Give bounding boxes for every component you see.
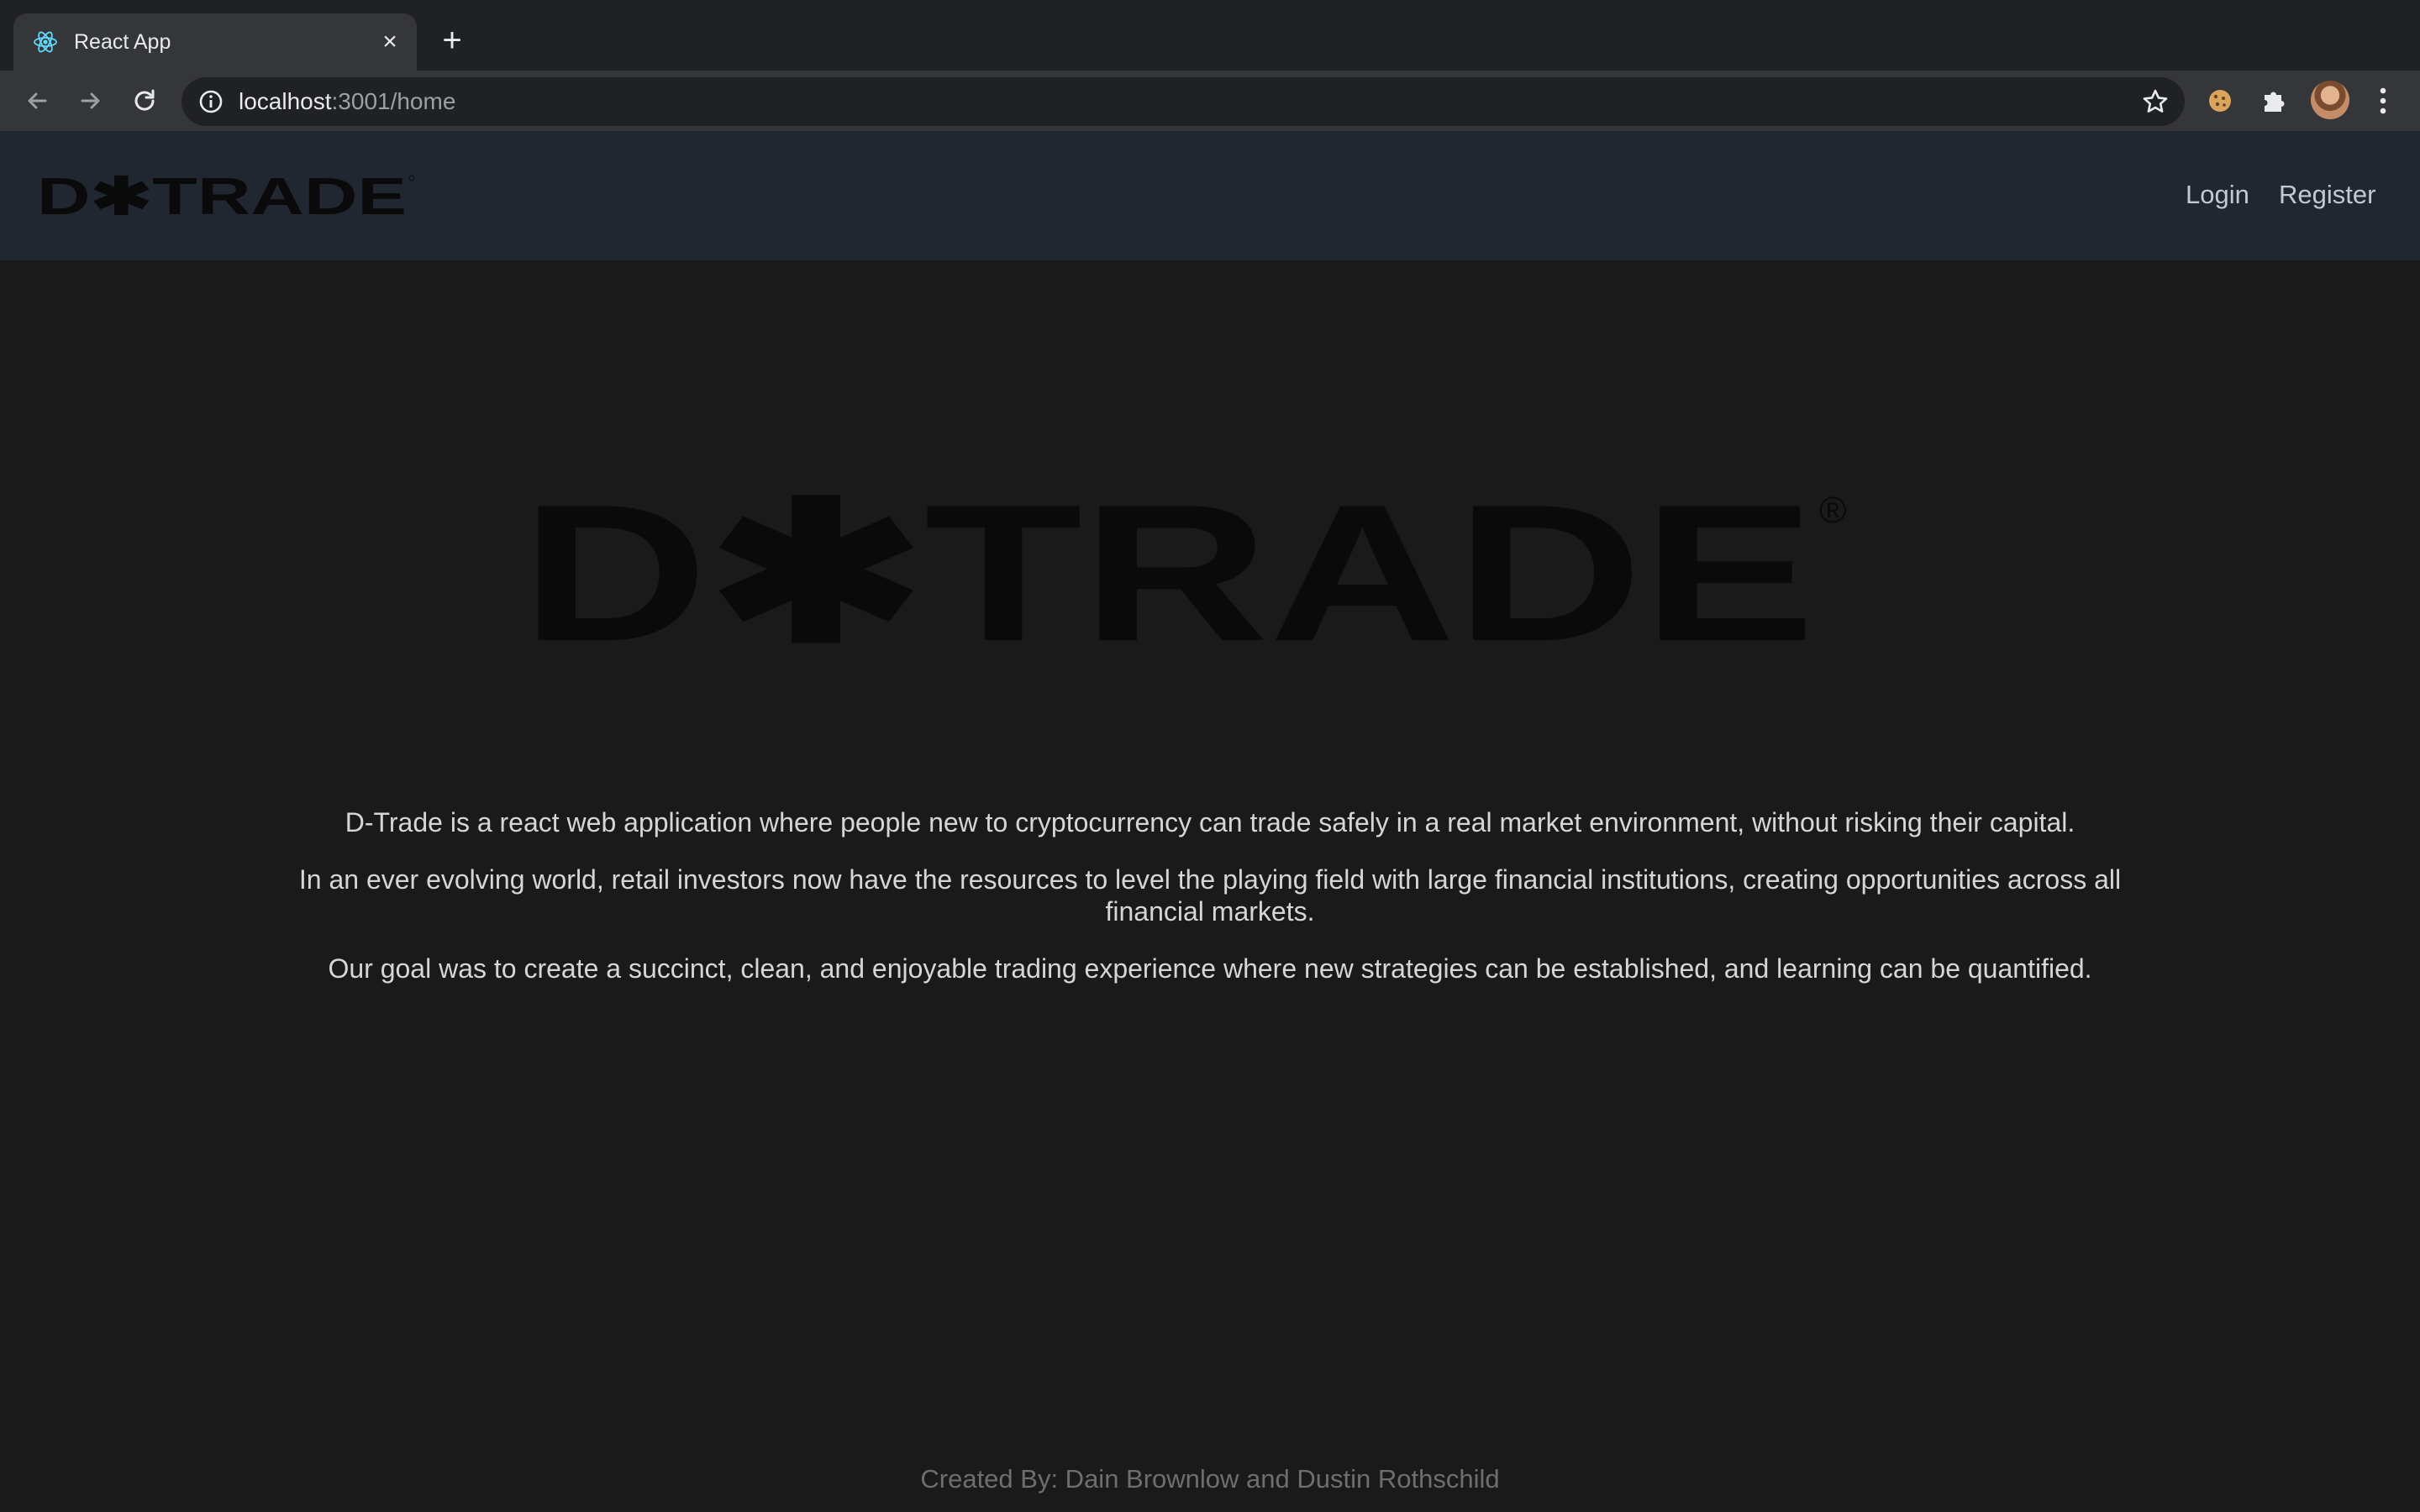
puzzle-extension-icon[interactable] xyxy=(2255,82,2292,119)
app-navbar: D✱TRADE Login Register xyxy=(0,131,2420,260)
star-icon[interactable] xyxy=(2141,87,2170,116)
navbar-logo-text: D✱TRADE xyxy=(37,173,407,220)
url-host: localhost xyxy=(239,88,332,114)
about-paragraph-1: D-Trade is a react web application where… xyxy=(345,807,2075,837)
cookie-extension-icon[interactable] xyxy=(2202,82,2238,119)
about-paragraph-3: Our goal was to create a succinct, clean… xyxy=(328,953,2092,984)
hero-logo: D✱TRADE ® xyxy=(521,487,1846,647)
browser-tabstrip: React App × + xyxy=(0,0,2420,71)
reload-icon[interactable] xyxy=(128,84,161,118)
navbar-logo[interactable]: D✱TRADE xyxy=(37,173,415,220)
register-link[interactable]: Register xyxy=(2279,178,2375,212)
close-tab-icon[interactable]: × xyxy=(375,27,405,57)
back-arrow-icon[interactable] xyxy=(20,84,54,118)
login-link[interactable]: Login xyxy=(2186,178,2249,212)
browser-tab[interactable]: React App × xyxy=(13,13,417,71)
footer-credits: Created By: Dain Brownlow and Dustin Rot… xyxy=(920,1464,1500,1494)
menu-dots-icon[interactable] xyxy=(2368,82,2398,119)
info-icon[interactable] xyxy=(198,89,224,114)
react-atom-icon xyxy=(34,31,57,53)
url-text: localhost:3001/home xyxy=(239,88,455,115)
new-tab-icon[interactable]: + xyxy=(435,24,469,57)
forward-arrow-icon[interactable] xyxy=(74,84,108,118)
hero-logo-text: D✱TRADE xyxy=(521,487,1815,647)
about-section: D-Trade is a react web application where… xyxy=(252,806,2168,1010)
url-path: :3001/home xyxy=(331,88,456,114)
profile-avatar[interactable] xyxy=(2311,81,2349,119)
tab-title: React App xyxy=(74,30,171,54)
address-bar[interactable]: localhost:3001/home xyxy=(182,77,2185,126)
registered-mark: ® xyxy=(1819,490,1846,531)
browser-toolbar: localhost:3001/home xyxy=(0,71,2420,131)
about-paragraph-2: In an ever evolving world, retail invest… xyxy=(298,864,2122,927)
